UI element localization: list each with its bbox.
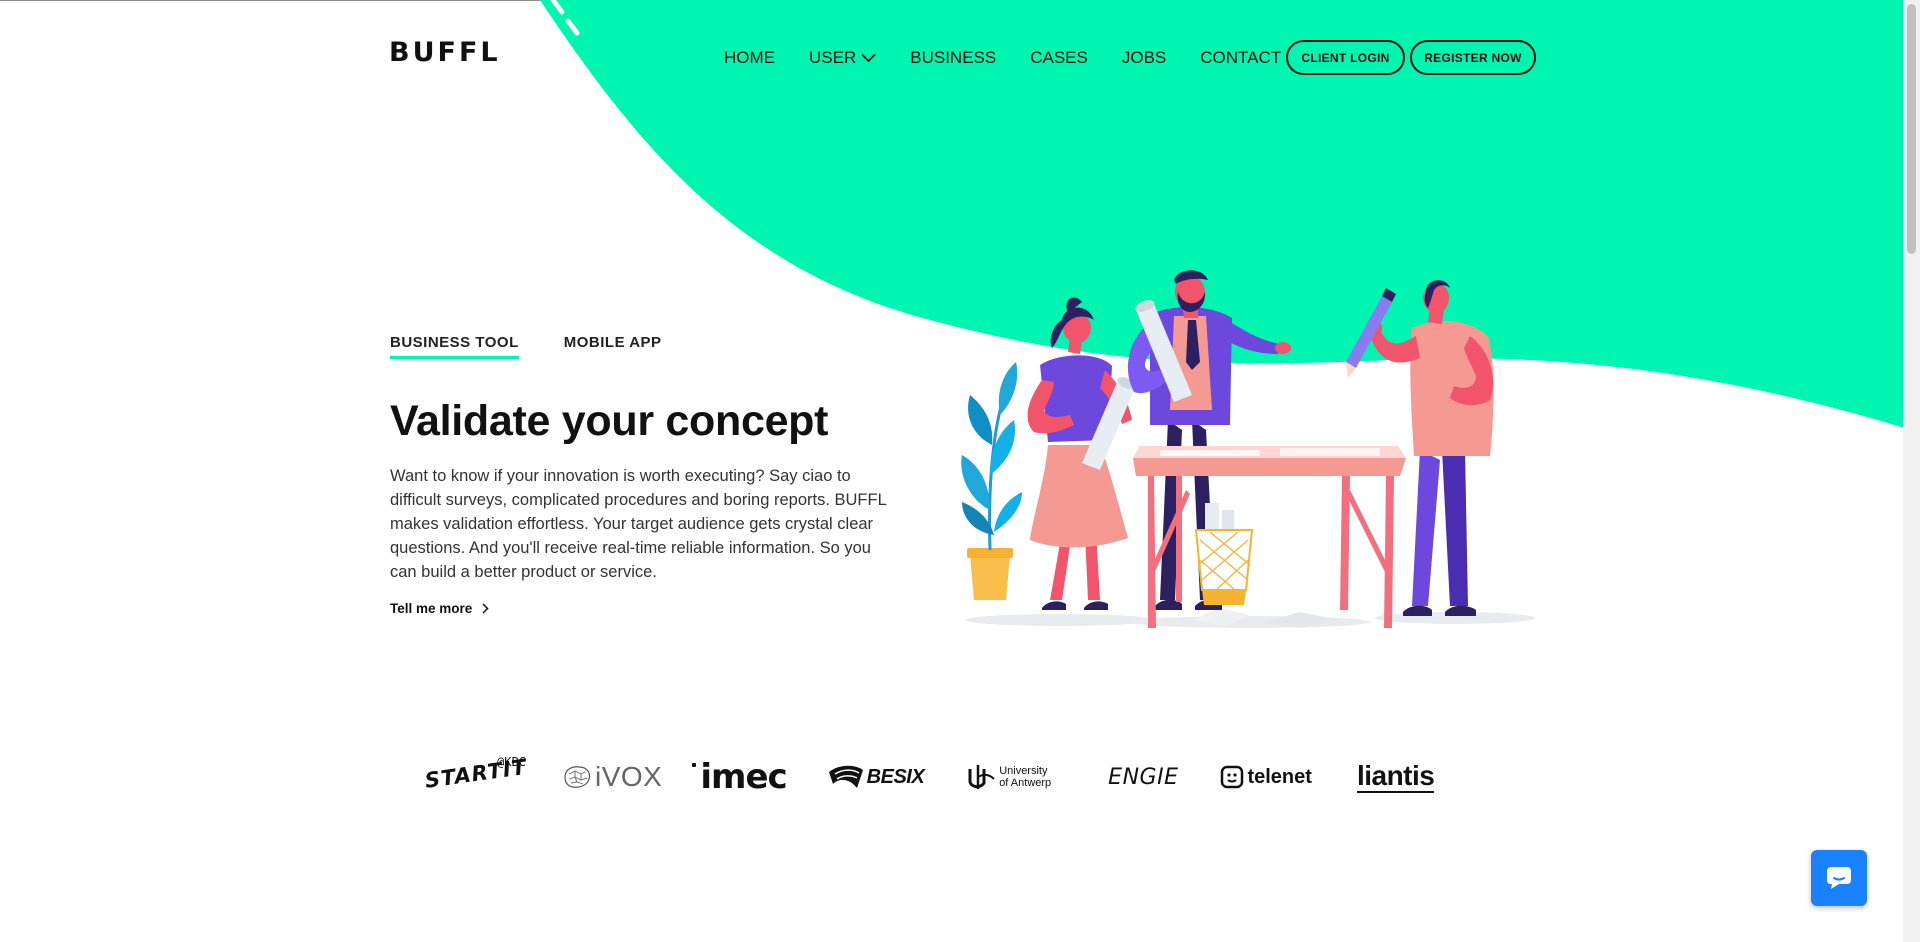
- engie-logo: ENGIE: [1108, 765, 1178, 790]
- scrollbar[interactable]: [1903, 0, 1920, 942]
- engie-wordmark: ENGIE: [1108, 764, 1179, 790]
- nav-home[interactable]: HOME: [724, 48, 775, 68]
- ivox-logo: iVOX: [561, 761, 662, 793]
- nav-jobs-label: JOBS: [1121, 48, 1167, 67]
- besix-logo: BESIX: [827, 764, 925, 790]
- client-login-button[interactable]: CLIENT LOGIN: [1286, 40, 1405, 75]
- ground-shadow: [1130, 616, 1370, 628]
- liantis-wordmark: liantis: [1356, 759, 1435, 793]
- scrollbar-thumb[interactable]: [1907, 4, 1916, 254]
- telenet-wordmark: telenet: [1247, 765, 1312, 788]
- nav-business[interactable]: BUSINESS: [910, 48, 996, 68]
- ivox-wordmark: iVOX: [595, 761, 663, 792]
- nav-contact[interactable]: CONTACT: [1200, 48, 1281, 68]
- imec-dot: [692, 763, 697, 767]
- buffl-logo[interactable]: BUFFL: [389, 37, 501, 68]
- startit-wordmark: STARTIT: [423, 754, 529, 793]
- woman-figure: [1027, 297, 1132, 610]
- nav-contact-label: CONTACT: [1200, 48, 1282, 67]
- nav-home-label: HOME: [724, 48, 775, 67]
- telenet-smiley-icon: [1221, 765, 1244, 789]
- besix-emblem-icon: [828, 765, 863, 788]
- main-nav: HOME USER BUSINESS CASES JOBS CONTACT: [724, 48, 1315, 68]
- telenet-logo: telenet: [1220, 765, 1312, 789]
- chevron-down-icon: [861, 53, 876, 63]
- startit-kbc-logo: @KBC STARTIT: [423, 754, 533, 797]
- ground-shadow: [965, 614, 1155, 626]
- hero-tabs: BUSINESS TOOL MOBILE APP: [390, 334, 707, 359]
- ivox-brain-icon: [564, 766, 591, 788]
- nav-business-label: BUSINESS: [910, 48, 997, 67]
- chat-bubble-icon: [1827, 867, 1851, 889]
- nav-user-label: USER: [809, 48, 857, 67]
- chevron-right-icon: [482, 603, 489, 614]
- besix-wordmark: BESIX: [866, 765, 925, 788]
- hero-heading: Validate your concept: [390, 397, 829, 445]
- team-illustration: [961, 270, 1535, 628]
- uantwerp-line1: University: [999, 765, 1048, 777]
- header-actions: CLIENT LOGIN REGISTER NOW: [1286, 40, 1541, 75]
- tab-mobile-app[interactable]: MOBILE APP: [564, 334, 662, 359]
- imec-wordmark: imec: [700, 757, 787, 797]
- nav-cases[interactable]: CASES: [1030, 48, 1088, 68]
- nav-cases-label: CASES: [1030, 48, 1088, 67]
- tab-business-tool[interactable]: BUSINESS TOOL: [390, 334, 519, 359]
- university-antwerp-logo: University of Antwerp: [966, 763, 1051, 791]
- uantwerp-emblem-icon: [968, 765, 995, 789]
- register-now-button[interactable]: REGISTER NOW: [1410, 40, 1536, 75]
- nav-user-dropdown[interactable]: USER: [809, 48, 876, 68]
- chat-widget-button[interactable]: [1811, 850, 1867, 906]
- liantis-logo: liantis: [1356, 759, 1435, 793]
- tell-me-more-link[interactable]: Tell me more: [390, 601, 489, 616]
- uantwerp-line2: of Antwerp: [999, 777, 1052, 789]
- partner-logos: @KBC STARTIT iVOX imec BESIX University …: [420, 752, 1480, 802]
- tell-me-more-label: Tell me more: [390, 601, 473, 616]
- pencil: [1346, 288, 1396, 378]
- nav-jobs[interactable]: JOBS: [1122, 48, 1166, 68]
- imec-logo: imec: [692, 757, 788, 797]
- potted-plant: [961, 362, 1022, 600]
- hero-description: Want to know if your innovation is worth…: [390, 467, 887, 581]
